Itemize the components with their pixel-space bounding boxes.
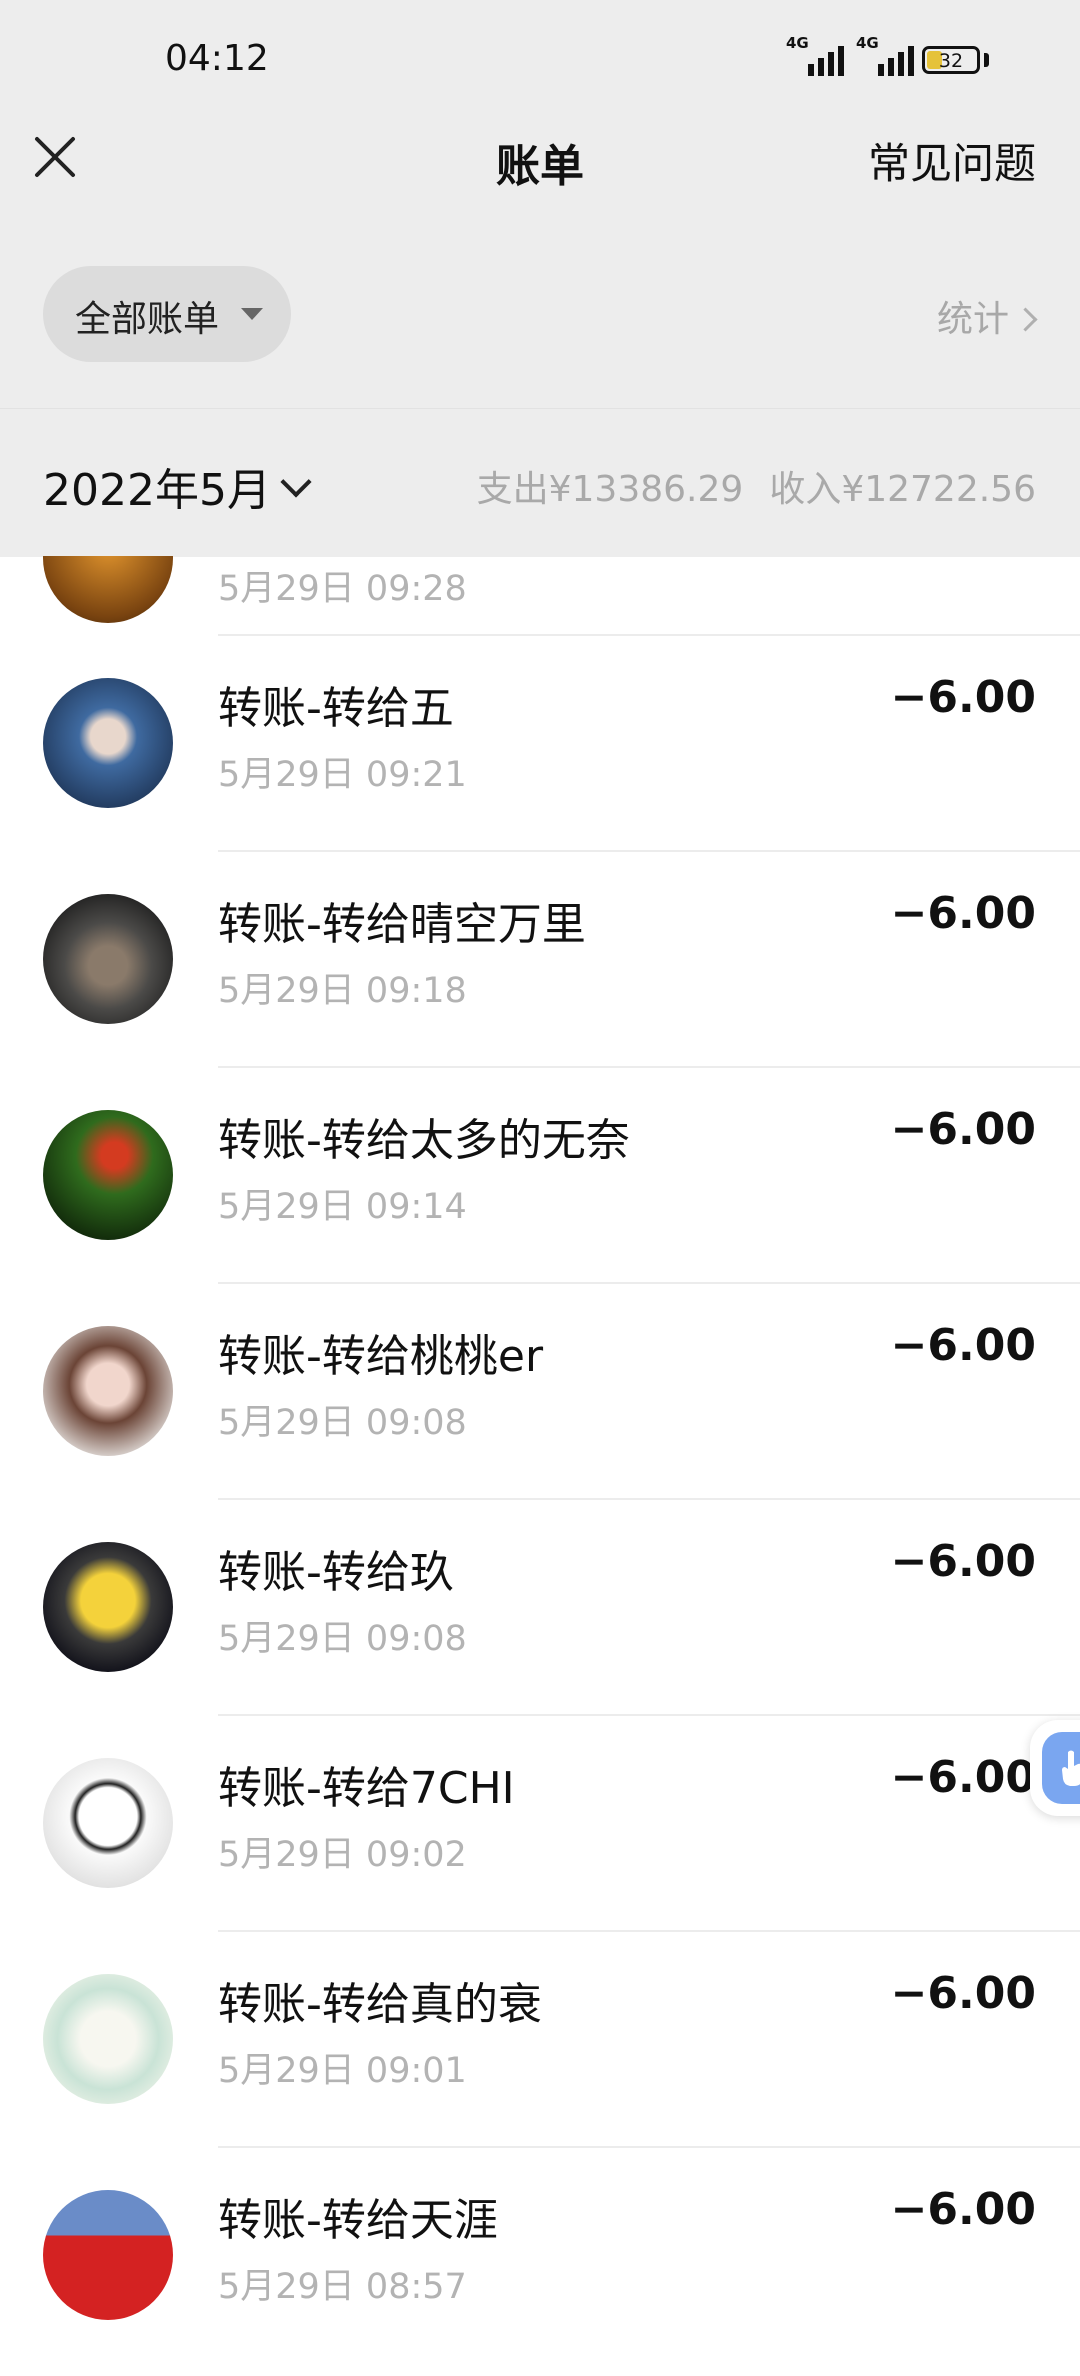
avatar (43, 1110, 173, 1240)
transaction-time: 5月29日 08:57 (218, 2267, 467, 2307)
signal-icon: 4G (786, 34, 844, 76)
list-item[interactable]: 转账-转给五 5月29日 09:21 −6.00 (0, 636, 1080, 852)
battery-icon: 32 (922, 46, 980, 74)
transaction-title: 转账-转给7CHI (218, 1763, 515, 1814)
transaction-title: 转账-转给玖 (218, 1547, 454, 1598)
avatar (43, 2190, 173, 2320)
list-item[interactable]: 转账-转给太多的无奈 5月29日 09:14 −6.00 (0, 1068, 1080, 1284)
transaction-title: 转账-转给五 (218, 683, 454, 734)
status-bar: 04:12 4G 4G 32 (0, 0, 1080, 120)
chevron-right-icon (1013, 307, 1038, 332)
chevron-down-icon (280, 466, 312, 498)
avatar (43, 1974, 173, 2104)
faq-link[interactable]: 常见问题 (868, 130, 1036, 191)
hand-pointer-icon (1062, 1750, 1080, 1786)
transaction-time: 5月29日 09:08 (218, 1619, 467, 1659)
transaction-title: 转账-转给天涯 (218, 2195, 498, 2246)
avatar (43, 1326, 173, 1456)
list-item[interactable]: 转账-转给晴空万里 5月29日 09:18 −6.00 (0, 852, 1080, 1068)
transaction-amount: −6.00 (890, 888, 1036, 939)
transaction-amount: −6.00 (890, 1104, 1036, 1155)
transaction-amount: −6.00 (890, 1320, 1036, 1371)
transaction-amount: −6.00 (890, 2184, 1036, 2235)
transaction-amount: −6.00 (890, 1968, 1036, 2019)
transaction-title: 转账-转给晴空万里 (218, 899, 586, 950)
stats-link[interactable]: 统计 (936, 290, 1038, 342)
avatar (43, 678, 173, 808)
avatar (43, 1758, 173, 1888)
transaction-title: 转账-转给桃桃er (218, 1331, 544, 1382)
month-label: 2022年5月 (43, 465, 271, 516)
transaction-time: 5月29日 09:08 (218, 1403, 467, 1443)
avatar (43, 1542, 173, 1672)
stats-label: 统计 (936, 299, 1009, 340)
caret-down-icon (241, 308, 263, 320)
list-item[interactable]: 5月29日 09:28 (0, 556, 1080, 636)
list-item[interactable]: 转账-转给天涯 5月29日 08:57 −6.00 (0, 2148, 1080, 2364)
bill-filter-dropdown[interactable]: 全部账单 (43, 266, 291, 362)
battery-level: 32 (938, 50, 964, 72)
transaction-time: 5月29日 09:02 (218, 1835, 467, 1875)
bill-filter-label: 全部账单 (75, 299, 220, 340)
transaction-time: 5月29日 09:01 (218, 2051, 467, 2091)
floating-helper-badge (1042, 1732, 1080, 1804)
avatar (43, 556, 173, 623)
avatar (43, 894, 173, 1024)
month-totals: 支出¥13386.29 收入¥12722.56 (477, 460, 1036, 512)
floating-helper-button[interactable] (1030, 1720, 1080, 1816)
transaction-time: 5月29日 09:18 (218, 971, 467, 1011)
transaction-amount: −6.00 (890, 1752, 1036, 1803)
transaction-title: 转账-转给真的衰 (218, 1979, 542, 2030)
list-item[interactable]: 转账-转给玖 5月29日 09:08 −6.00 (0, 1500, 1080, 1716)
expense-total: 支出¥13386.29 (476, 469, 744, 510)
close-icon[interactable] (32, 134, 78, 180)
transaction-amount: −6.00 (890, 1536, 1036, 1587)
list-item[interactable]: 转账-转给桃桃er 5月29日 09:08 −6.00 (0, 1284, 1080, 1500)
transaction-title: 转账-转给太多的无奈 (218, 1115, 630, 1166)
signal-icon: 4G (856, 34, 914, 76)
transaction-list[interactable]: 5月29日 09:28 转账-转给五 5月29日 09:21 −6.00 转账-… (0, 556, 1080, 2376)
transaction-time: 5月29日 09:28 (218, 569, 467, 609)
income-total: 收入¥12722.56 (769, 469, 1036, 510)
transaction-amount: −6.00 (890, 672, 1036, 723)
transaction-time: 5月29日 09:21 (218, 755, 467, 795)
transaction-time: 5月29日 09:14 (218, 1187, 467, 1227)
month-picker[interactable]: 2022年5月 (43, 454, 312, 518)
list-item[interactable]: 转账-转给真的衰 5月29日 09:01 −6.00 (0, 1932, 1080, 2148)
battery-tip (984, 53, 989, 67)
status-time: 04:12 (165, 38, 269, 79)
list-item[interactable]: 转账-转给7CHI 5月29日 09:02 −6.00 (0, 1716, 1080, 1932)
